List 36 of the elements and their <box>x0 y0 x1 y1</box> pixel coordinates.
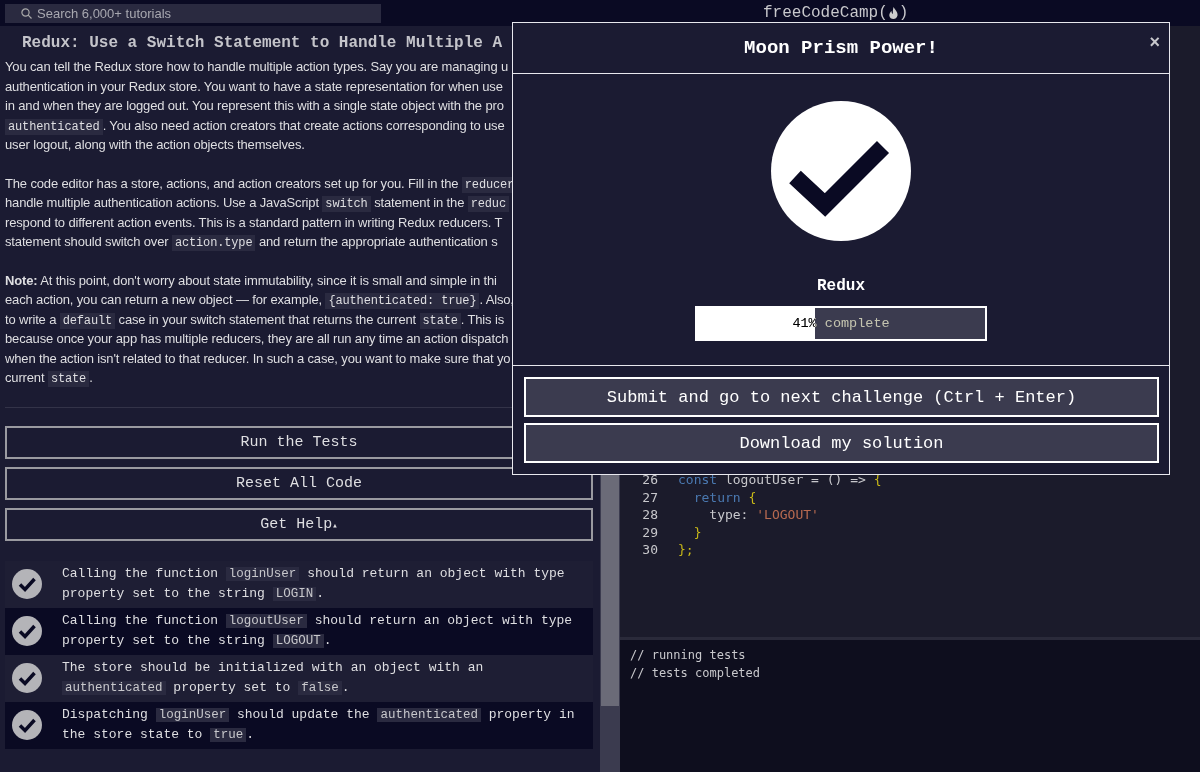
dialog-button[interactable]: Submit and go to next challenge (Ctrl + Enter) <box>524 377 1159 417</box>
action-button[interactable]: Get Help▴ <box>5 507 593 541</box>
description-line: authentication in your Redux store. You want to have a state representation for when use <box>5 77 504 96</box>
search-field[interactable]: Search 6,000+ tutorials <box>5 3 381 23</box>
console-output: // running tests <box>630 647 747 664</box>
dialog-button[interactable]: Download my solution <box>524 423 1159 463</box>
line-number: 29 <box>641 523 659 541</box>
description-line: in and when they are logged out. You represent this with a single state object with the pro <box>5 97 505 115</box>
flame-icon <box>887 6 899 20</box>
description-line: because once your app has multiple reducers, they are all run any time an action dispatch <box>5 330 510 348</box>
block-name: Redux <box>817 277 865 295</box>
description-line: when the action isn't related to that reducer. In such a case, you want to make sure that yo <box>5 349 512 368</box>
test-description: Calling the function logoutUser should return an object with type property set to the string LOGOUT . <box>62 612 574 650</box>
site-logo-text[interactable]: ) <box>898 4 909 22</box>
test-description: Calling the function loginUser should return an object with type property set to the string LOGIN . <box>62 565 566 603</box>
code-line: }; <box>678 541 694 559</box>
test-description: The store should be initialized with an object with an authenticated property set to false . <box>62 659 485 697</box>
line-number: 30 <box>641 541 659 559</box>
description-line: respond to different action events. This is a standard pattern in writing Redux reducers. T <box>5 213 504 232</box>
line-number: 28 <box>641 506 659 524</box>
line-number: 27 <box>641 488 659 506</box>
check-circle-icon <box>771 101 911 241</box>
description-line: Note: At this point, don't worry about state immutability, since it is small and simple in thi <box>5 271 498 290</box>
description-line: user logout, along with the action objects themselves. <box>5 136 306 154</box>
code-line: } <box>692 523 702 541</box>
line-number: 26 <box>641 471 659 489</box>
code-line: type: 'LOGOUT' <box>708 506 819 524</box>
console-output: // tests completed <box>630 665 762 682</box>
code-line: return { <box>692 488 757 506</box>
close-button[interactable]: × <box>1149 32 1160 53</box>
description-line: You can tell the Redux store how to handle multiple action types. Say you are managing u <box>5 58 510 76</box>
action-button[interactable]: Reset All Code <box>5 466 593 500</box>
test-description: Dispatching loginUser should update the authenticated property in the store state to true . <box>62 706 576 744</box>
challenge-title: Redux: Use a Switch Statement to Handle Multiple A <box>22 34 504 52</box>
dialog-title: Moon Prism Power! <box>744 37 938 59</box>
site-logo-text[interactable]: freeCodeCamp( <box>763 4 888 22</box>
